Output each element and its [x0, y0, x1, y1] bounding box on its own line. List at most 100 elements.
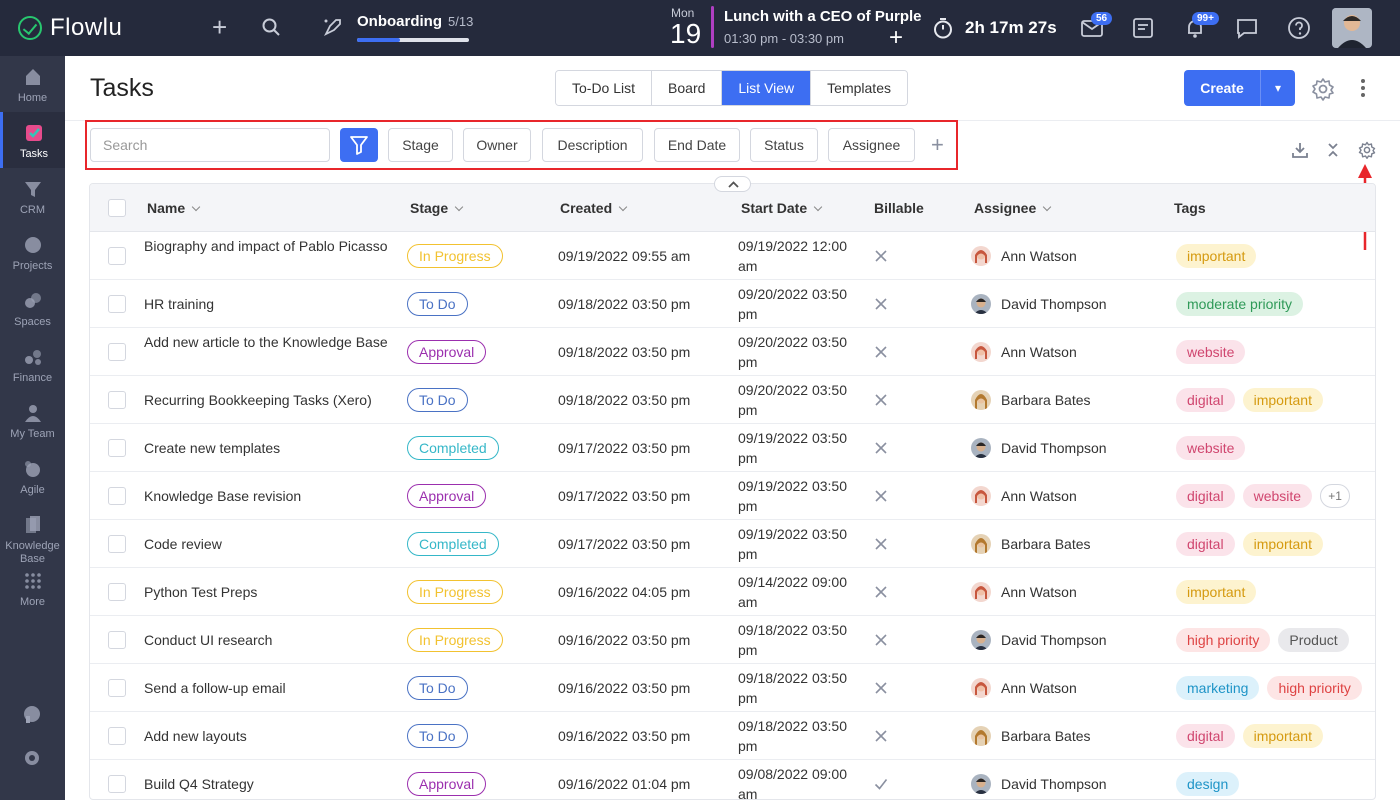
assignee-name[interactable]: David Thompson: [1001, 438, 1107, 458]
more-tags-badge[interactable]: +1: [1320, 484, 1351, 508]
add-event-icon[interactable]: +: [889, 26, 903, 50]
tag-chip[interactable]: design: [1176, 772, 1240, 796]
onboarding-rocket-icon[interactable]: [322, 16, 344, 38]
table-row[interactable]: Python Test Preps In Progress 09/16/2022 0…: [90, 568, 1375, 616]
row-checkbox[interactable]: [108, 583, 126, 601]
row-checkbox[interactable]: [108, 343, 126, 361]
stage-badge[interactable]: To Do: [407, 292, 468, 316]
assignee-name[interactable]: Ann Watson: [1001, 678, 1077, 698]
tag-chip[interactable]: important: [1242, 532, 1323, 556]
task-name[interactable]: Code review: [144, 534, 389, 554]
task-name[interactable]: Send a follow-up email: [144, 678, 389, 698]
create-dropdown-chevron-icon[interactable]: ▾: [1261, 81, 1295, 95]
stage-badge[interactable]: Approval: [407, 772, 487, 796]
add-filter-icon[interactable]: +: [931, 134, 944, 156]
notes-icon[interactable]: [1131, 16, 1155, 40]
table-row[interactable]: Build Q4 Strategy Approval 09/16/2022 01:0…: [90, 760, 1375, 799]
task-name[interactable]: Add new article to the Knowledge Base: [144, 332, 389, 352]
filter-chip-assignee[interactable]: Assignee: [828, 128, 915, 162]
tag-chip[interactable]: important: [1176, 580, 1257, 604]
row-checkbox[interactable]: [108, 679, 126, 697]
column-header-name[interactable]: Name: [147, 200, 201, 216]
column-header-start-date[interactable]: Start Date: [741, 200, 823, 216]
tab-templates[interactable]: Templates: [811, 71, 907, 105]
tag-chip[interactable]: website: [1176, 340, 1246, 364]
filter-button[interactable]: [340, 128, 378, 162]
timer-readout[interactable]: 2h 17m 27s: [965, 18, 1057, 38]
support-icon[interactable]: [21, 703, 43, 725]
stage-badge[interactable]: Approval: [407, 340, 487, 364]
table-row[interactable]: Conduct UI research In Progress 09/16/2022…: [90, 616, 1375, 664]
chat-icon[interactable]: [1235, 16, 1259, 40]
table-settings-gear-icon[interactable]: [1358, 141, 1376, 159]
table-row[interactable]: Recurring Bookkeeping Tasks (Xero) To Do 0…: [90, 376, 1375, 424]
tag-chip[interactable]: high priority: [1267, 676, 1362, 700]
row-checkbox[interactable]: [108, 631, 126, 649]
assignee-name[interactable]: Ann Watson: [1001, 486, 1077, 506]
sidebar-item-knowledge-base[interactable]: Knowledge Base: [0, 504, 65, 566]
quick-add-icon[interactable]: +: [212, 14, 227, 40]
collapse-filters-tab[interactable]: [714, 176, 751, 192]
row-checkbox[interactable]: [108, 295, 126, 313]
table-row[interactable]: Create new templates Completed 09/17/2022 …: [90, 424, 1375, 472]
table-row[interactable]: HR training To Do 09/18/2022 03:50 pm 09/20…: [90, 280, 1375, 328]
stage-badge[interactable]: To Do: [407, 388, 468, 412]
search-input[interactable]: [90, 128, 330, 162]
collapse-rows-icon[interactable]: [1324, 141, 1342, 159]
row-checkbox[interactable]: [108, 391, 126, 409]
task-name[interactable]: Knowledge Base revision: [144, 486, 389, 506]
filter-chip-stage[interactable]: Stage: [388, 128, 453, 162]
tag-chip[interactable]: digital: [1176, 532, 1235, 556]
row-checkbox[interactable]: [108, 247, 126, 265]
filter-chip-end-date[interactable]: End Date: [654, 128, 740, 162]
search-icon[interactable]: [262, 18, 280, 36]
task-name[interactable]: Create new templates: [144, 438, 389, 458]
row-checkbox[interactable]: [108, 487, 126, 505]
assignee-name[interactable]: David Thompson: [1001, 774, 1107, 794]
tag-chip[interactable]: digital: [1176, 388, 1235, 412]
assignee-name[interactable]: Ann Watson: [1001, 582, 1077, 602]
task-name[interactable]: Python Test Preps: [144, 582, 389, 602]
sidebar-item-my-team[interactable]: My Team: [0, 392, 65, 448]
task-name[interactable]: Biography and impact of Pablo Picasso: [144, 236, 389, 256]
user-avatar[interactable]: [1332, 8, 1372, 48]
onboarding-widget[interactable]: Onboarding 5/13: [357, 13, 473, 30]
tab-board[interactable]: Board: [652, 71, 723, 105]
sidebar-item-crm[interactable]: CRM: [0, 168, 65, 224]
stage-badge[interactable]: Approval: [407, 484, 487, 508]
row-checkbox[interactable]: [108, 775, 126, 793]
task-name[interactable]: Build Q4 Strategy: [144, 774, 389, 794]
sidebar-item-more[interactable]: More: [0, 560, 65, 616]
help-icon[interactable]: [1287, 16, 1311, 40]
task-name[interactable]: Add new layouts: [144, 726, 389, 746]
assignee-name[interactable]: Ann Watson: [1001, 342, 1077, 362]
table-row[interactable]: Add new layouts To Do 09/16/2022 03:50 pm 0…: [90, 712, 1375, 760]
table-row[interactable]: Knowledge Base revision Approval 09/17/202…: [90, 472, 1375, 520]
page-settings-gear-icon[interactable]: [1311, 77, 1335, 101]
tag-chip[interactable]: digital: [1176, 724, 1235, 748]
table-row[interactable]: Code review Completed 09/17/2022 03:50 pm 0…: [90, 520, 1375, 568]
sidebar-item-projects[interactable]: Projects: [0, 224, 65, 280]
column-header-tags[interactable]: Tags: [1174, 200, 1206, 216]
stage-badge[interactable]: In Progress: [407, 580, 503, 604]
stage-badge[interactable]: To Do: [407, 724, 468, 748]
column-header-assignee[interactable]: Assignee: [974, 200, 1052, 216]
stopwatch-icon[interactable]: [932, 17, 954, 39]
stage-badge[interactable]: Completed: [407, 532, 499, 556]
stage-badge[interactable]: In Progress: [407, 244, 503, 268]
create-button[interactable]: Create ▾: [1184, 70, 1295, 106]
tag-chip[interactable]: high priority: [1176, 628, 1271, 652]
table-row[interactable]: Send a follow-up email To Do 09/16/2022 03…: [90, 664, 1375, 712]
calendar-day[interactable]: 19: [670, 18, 701, 50]
stage-badge[interactable]: To Do: [407, 676, 468, 700]
filter-chip-description[interactable]: Description: [542, 128, 643, 162]
sidebar-item-tasks[interactable]: Tasks: [0, 112, 65, 168]
assignee-name[interactable]: Barbara Bates: [1001, 534, 1091, 554]
stage-badge[interactable]: In Progress: [407, 628, 503, 652]
row-checkbox[interactable]: [108, 439, 126, 457]
filter-chip-owner[interactable]: Owner: [463, 128, 531, 162]
table-row[interactable]: Biography and impact of Pablo Picasso In …: [90, 232, 1375, 280]
tab-list-view[interactable]: List View: [722, 71, 812, 105]
tab-to-do-list[interactable]: To-Do List: [556, 71, 653, 105]
more-menu-icon[interactable]: [1360, 78, 1366, 98]
